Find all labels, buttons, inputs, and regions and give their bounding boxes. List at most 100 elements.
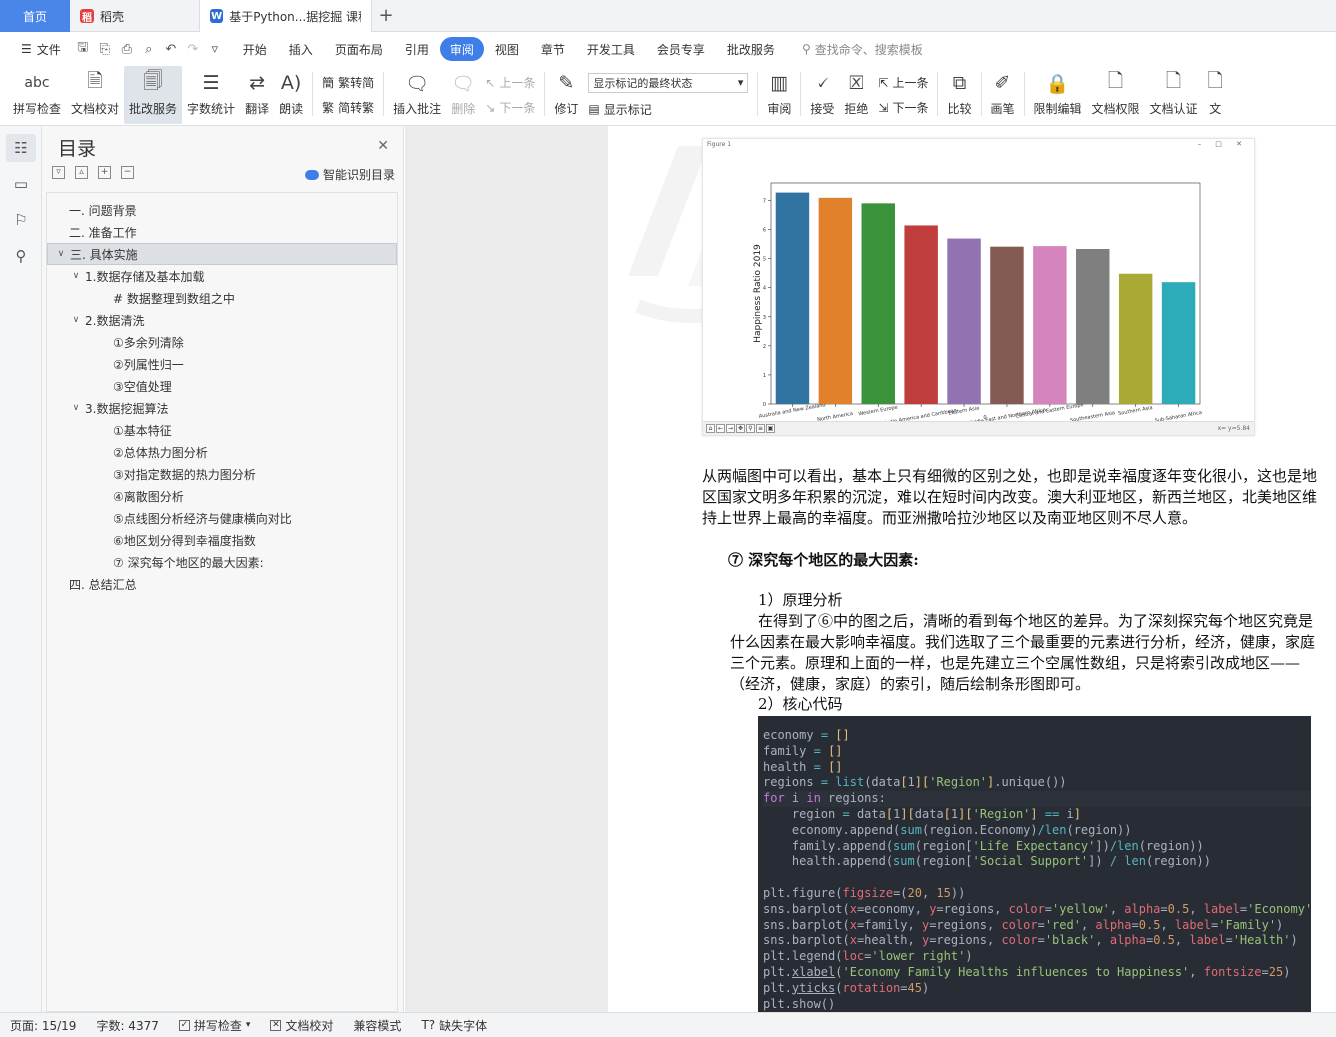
markup-state-select[interactable]: 显示标记的最终状态 ▾ xyxy=(588,72,749,93)
review-service-button[interactable]: 🗐 批改服务 xyxy=(124,66,183,124)
print-icon[interactable]: ⎙ xyxy=(116,39,138,59)
outline-item[interactable]: 四. 总结汇总 xyxy=(47,573,397,595)
word-count-indicator[interactable]: 字数: 4377 xyxy=(86,1017,168,1034)
menu-item-3[interactable]: 引用 xyxy=(394,37,440,61)
doc-permission-button[interactable]: 🗋 文档权限 xyxy=(1087,66,1145,124)
lock-doc-icon: 🔒 xyxy=(1045,72,1070,95)
word-count-button[interactable]: ☰ 字数统计 xyxy=(182,66,240,124)
menu-item-4[interactable]: 审阅 xyxy=(439,37,484,61)
configure-icon[interactable]: ≡ xyxy=(756,424,765,433)
outline-item[interactable]: ⑥地区划分得到幸福度指数 xyxy=(47,529,397,551)
outline-item[interactable]: ④离散图分析 xyxy=(47,485,397,507)
proofread-button[interactable]: 🗎 文档校对 xyxy=(66,66,124,124)
pen-icon: ✐ xyxy=(994,72,1011,94)
restrict-edit-button[interactable]: 🔒 限制编辑 xyxy=(1029,66,1087,124)
outline-item[interactable]: ∨ 三. 具体实施 xyxy=(47,243,397,265)
bar-chart: 01234567Australia and New ZealandNorth A… xyxy=(753,182,1203,421)
spell-check-button[interactable]: abc 拼写检查 xyxy=(8,66,66,124)
menu-item-9[interactable]: 批改服务 xyxy=(716,37,786,61)
chevron-down-icon[interactable]: ∨ xyxy=(69,271,83,281)
trad-to-simp-button[interactable]: 簡繁转简 xyxy=(322,74,374,91)
outline-item[interactable]: ③对指定数据的热力图分析 xyxy=(47,463,397,485)
close-icon[interactable]: ✕ xyxy=(377,138,389,154)
expand-all-icon[interactable]: + xyxy=(98,166,111,179)
preview-icon[interactable]: ⌕ xyxy=(138,39,160,59)
show-markup-button[interactable]: ▤ 显示标记 xyxy=(588,101,748,118)
chevron-down-icon[interactable]: ∨ xyxy=(54,249,68,259)
expand-level-icon[interactable]: ▵ xyxy=(75,166,88,179)
redo-icon[interactable]: ↷ xyxy=(182,39,204,59)
pan-icon[interactable]: ✥ xyxy=(736,424,745,433)
add-tab-button[interactable]: + xyxy=(372,0,400,31)
bookmark-icon[interactable]: ⚐ xyxy=(6,206,36,234)
save-figure-icon[interactable]: ▣ xyxy=(766,424,775,433)
outline-item[interactable]: ⑤点线图分析经济与健康横向对比 xyxy=(47,507,397,529)
track-changes-button[interactable]: ✎ 修订 xyxy=(549,66,583,124)
menu-item-7[interactable]: 开发工具 xyxy=(576,37,646,61)
missing-font-button[interactable]: T? 缺失字体 xyxy=(411,1017,497,1034)
outline-item[interactable]: ∨ 3.数据挖掘算法 xyxy=(47,397,397,419)
outline-item[interactable]: ②列属性归一 xyxy=(47,353,397,375)
translate-button[interactable]: ⇄ 翻译 xyxy=(240,66,274,124)
outline-icon[interactable]: ☷ xyxy=(6,134,36,162)
proofread-toggle[interactable]: ✕ 文档校对 xyxy=(260,1017,343,1034)
save-icon[interactable]: 🖫 xyxy=(72,39,94,59)
chinese-convert-group: 簡繁转简 繁简转繁 xyxy=(317,66,379,124)
undo-icon[interactable]: ↶ xyxy=(160,39,182,59)
compare-button[interactable]: ⧉ 比较 xyxy=(942,66,976,124)
chapter-icon[interactable]: ▭ xyxy=(6,170,36,198)
prev-comment-button[interactable]: ↖ 上一条 xyxy=(485,74,535,91)
read-aloud-button[interactable]: A) 朗读 xyxy=(274,66,308,124)
insert-comment-button[interactable]: 🗨 插入批注 xyxy=(388,66,446,124)
zoom-icon[interactable]: ⚲ xyxy=(746,424,755,433)
smart-toc-button[interactable]: 智能识别目录 xyxy=(304,166,395,183)
simp-to-trad-button[interactable]: 繁简转繁 xyxy=(322,99,374,116)
file-menu[interactable]: ☰ 文件 xyxy=(10,37,72,61)
menu-item-0[interactable]: 开始 xyxy=(232,37,278,61)
chevron-down-icon[interactable]: ∨ xyxy=(69,315,83,325)
tab-docer[interactable]: 稻 稻壳 xyxy=(70,0,200,32)
outline-item[interactable]: 一. 问题背景 xyxy=(47,199,397,221)
menu-item-2[interactable]: 页面布局 xyxy=(324,37,394,61)
pen-button[interactable]: ✐ 画笔 xyxy=(986,66,1020,124)
ribbon-overflow[interactable]: 🗋 文 xyxy=(1203,66,1228,124)
x-tick-label: Southeastern Asia xyxy=(1070,410,1116,421)
y-tick-label: 3 xyxy=(763,315,766,321)
outline-item[interactable]: ⑦ 深究每个地区的最大因素: xyxy=(47,551,397,573)
menu-item-8[interactable]: 会员专享 xyxy=(646,37,716,61)
outline-item[interactable]: ∨ 2.数据清洗 xyxy=(47,309,397,331)
next-change-button[interactable]: ⇲ 下一条 xyxy=(878,99,928,116)
collapse-all-icon[interactable]: − xyxy=(121,166,134,179)
menu-item-5[interactable]: 视图 xyxy=(484,37,530,61)
outline-item[interactable]: ③空值处理 xyxy=(47,375,397,397)
compat-mode-indicator: 兼容模式 xyxy=(353,1018,402,1033)
outline-item[interactable]: ∨ 1.数据存储及基本加载 xyxy=(47,265,397,287)
forward-icon[interactable]: → xyxy=(726,424,735,433)
menu-item-6[interactable]: 章节 xyxy=(530,37,576,61)
outline-item[interactable]: ①基本特征 xyxy=(47,419,397,441)
customize-chevron-icon[interactable]: ▿ xyxy=(204,39,226,59)
prev-change-button[interactable]: ⇱ 上一条 xyxy=(878,74,928,91)
doc-cert-button[interactable]: 🗋 文档认证 xyxy=(1145,66,1203,124)
tab-document[interactable]: W 基于Python...据挖掘 课程设 xyxy=(200,0,372,32)
menu-item-1[interactable]: 插入 xyxy=(278,37,324,61)
review-pane-button[interactable]: ▥ 审阅 xyxy=(762,66,796,124)
outline-item[interactable]: ②总体热力图分析 xyxy=(47,441,397,463)
outline-item[interactable]: # 数据整理到数组之中 xyxy=(47,287,397,309)
chevron-down-icon[interactable]: ∨ xyxy=(69,403,83,413)
page-indicator[interactable]: 页面: 15/19 xyxy=(0,1017,86,1034)
next-comment-button[interactable]: ↘ 下一条 xyxy=(485,99,535,116)
home-icon[interactable]: ⌂ xyxy=(706,424,715,433)
command-search[interactable]: ⚲ 查找命令、搜索模板 xyxy=(802,41,923,58)
reject-button[interactable]: 🗵 拒绝 xyxy=(839,66,873,124)
outline-item[interactable]: ①多余列清除 xyxy=(47,331,397,353)
export-icon[interactable]: ⎘ xyxy=(94,39,116,59)
accept-button[interactable]: 🗸 接受 xyxy=(805,66,839,124)
spell-check-toggle[interactable]: ✓ 拼写检查 ▾ xyxy=(169,1017,261,1034)
tab-home[interactable]: 首页 xyxy=(0,0,70,32)
outline-item[interactable]: 二. 准备工作 xyxy=(47,221,397,243)
delete-comment-button[interactable]: 🗨 删除 xyxy=(446,66,480,124)
search-icon[interactable]: ⚲ xyxy=(6,242,36,270)
collapse-level-icon[interactable]: ▿ xyxy=(52,166,65,179)
back-icon[interactable]: ← xyxy=(716,424,725,433)
